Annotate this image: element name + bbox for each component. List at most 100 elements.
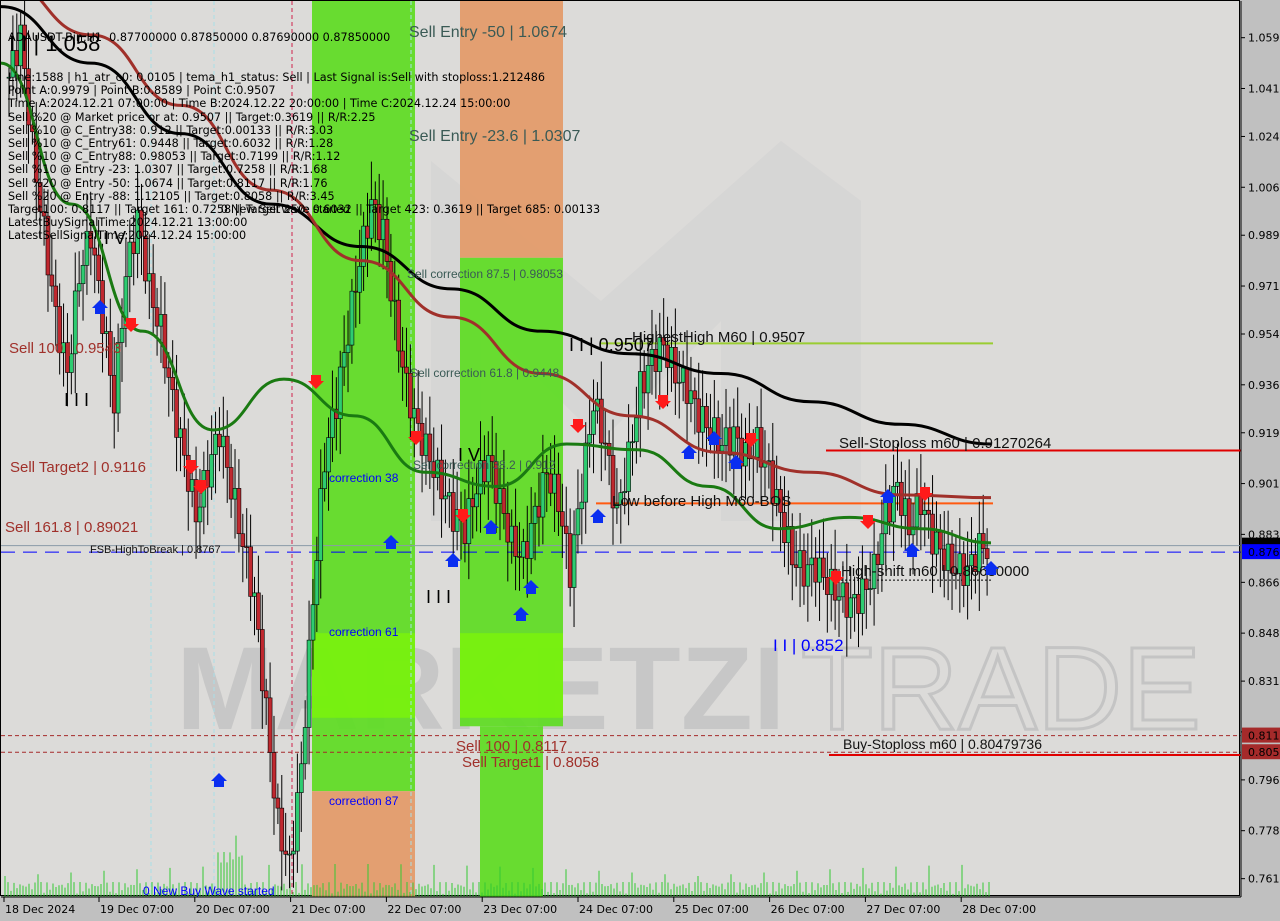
- buy-arrow-icon: [904, 543, 920, 557]
- x-tick-label: 28 Dec 07:00: [962, 903, 1036, 916]
- candle-bull: [540, 472, 546, 518]
- candle-bull: [805, 564, 811, 587]
- annotation-label: I I | 0.852: [773, 636, 844, 655]
- y-tick-label: 0.936: [1248, 379, 1280, 392]
- annotation-label: Sell 100 | 0.9543: [9, 340, 121, 357]
- candle-bull: [221, 435, 226, 448]
- candle-bull: [322, 471, 327, 489]
- candle-bear: [166, 367, 172, 378]
- annotation-label: I I I: [64, 390, 89, 410]
- x-tick-label: 25 Dec 07:00: [675, 903, 749, 916]
- candle-bear: [228, 467, 234, 500]
- candle-bull: [474, 493, 479, 508]
- buy-arrow-icon: [445, 553, 461, 567]
- candle-bear: [563, 525, 569, 534]
- y-tick-label: 1.041: [1248, 82, 1280, 95]
- candle-bear: [641, 371, 647, 394]
- candle-bull: [411, 408, 417, 419]
- annotation-label: correction 61: [329, 625, 399, 639]
- candle-bull: [836, 596, 842, 601]
- candle-bear: [567, 533, 573, 588]
- y-tick-label: 0.831: [1248, 675, 1280, 688]
- x-tick-label: 22 Dec 07:00: [387, 903, 461, 916]
- level-label: FSB-HighToBreak | 0.8767: [90, 544, 221, 556]
- annotation-label: Sell Target2 | 0.9116: [10, 459, 146, 476]
- candle-bull: [345, 344, 351, 353]
- candle-bull: [466, 498, 472, 544]
- candle-bear: [170, 377, 175, 391]
- x-tick-label: 20 Dec 07:00: [196, 903, 270, 916]
- candle-bull: [287, 853, 292, 856]
- candle-bull: [158, 314, 164, 327]
- candle-bull: [314, 560, 320, 606]
- level-label: HighestHigh M60 | 0.9507: [632, 329, 805, 346]
- candle-bull: [423, 433, 429, 456]
- candle-bull: [532, 505, 538, 524]
- candle-bear: [205, 470, 211, 488]
- symbol-ohlc-line: ADAUSDT-Bin,H1 0.87700000 0.87850000 0.8…: [8, 31, 391, 45]
- candle-bull: [637, 371, 643, 419]
- candle-bear: [556, 473, 561, 512]
- candle-bull: [232, 488, 238, 500]
- x-tick-label: 24 Dec 07:00: [579, 903, 653, 916]
- y-tick-label: 0.796: [1248, 774, 1280, 787]
- candle-bear: [501, 488, 507, 514]
- candle-bear: [513, 525, 518, 557]
- candle-bear: [256, 592, 261, 630]
- candle-bull: [591, 410, 596, 435]
- buy-arrow-icon: [590, 509, 606, 523]
- candle-bear: [217, 433, 222, 448]
- buy-arrow-icon: [92, 300, 108, 314]
- candle-bull: [443, 495, 448, 500]
- candle-bear: [665, 344, 670, 368]
- candle-bear: [844, 582, 850, 618]
- y-tick-label: 0.954: [1248, 328, 1280, 341]
- info-line: Sell %20 @ Entry -88: 1.12105 || Target:…: [8, 189, 335, 203]
- candle-bull: [902, 498, 908, 516]
- candle-bull: [688, 390, 694, 404]
- candle-bear: [789, 526, 795, 566]
- candle-bull: [310, 604, 316, 641]
- candle-bull: [848, 597, 854, 618]
- y-tick-label: 1.024: [1248, 130, 1280, 143]
- y-tick-label: 0.866: [1248, 576, 1280, 589]
- candle-bull: [521, 541, 526, 558]
- level-label: High-shift m60 | 0.86680000: [841, 563, 1029, 580]
- info-line: Sell %10 @ C_Entry38: 0.912 || Target:0.…: [8, 123, 334, 137]
- y-tick-label: 0.989: [1248, 229, 1280, 242]
- candle-bear: [735, 426, 741, 439]
- y-tick-label: 1.059: [1248, 32, 1280, 45]
- candle-bear: [544, 472, 550, 475]
- candle-bear: [236, 488, 242, 535]
- candle-bull: [754, 427, 760, 458]
- candle-bear: [244, 546, 250, 548]
- info-line: Sell %20 @ Market price or at: 0.9507 ||…: [8, 110, 376, 124]
- price-tag-label: 0.811: [1248, 730, 1280, 743]
- candle-bear: [404, 366, 409, 374]
- candle-bull: [298, 763, 304, 793]
- candle-bull: [934, 531, 939, 555]
- candle-bear: [653, 349, 659, 372]
- annotation-label: I V: [458, 445, 480, 465]
- candle-bull: [291, 850, 296, 855]
- candle-bull: [447, 492, 452, 497]
- annotation-label: Sell 100 | 0.8117: [456, 738, 567, 755]
- annotation-label: Sell correction 61.8 | 0.9448: [410, 366, 560, 380]
- candle-bear: [240, 533, 246, 547]
- candle-bear: [801, 550, 807, 587]
- candle-bull: [852, 594, 857, 599]
- zone-highlight-2: [460, 633, 563, 718]
- candle-bull: [357, 266, 363, 293]
- info-line: Line:1588 | h1_atr_c0: 0.0105 | tema_h1_…: [8, 71, 545, 85]
- candle-bear: [182, 428, 187, 456]
- annotation-label: Sell 161.8 | 0.89021: [5, 519, 138, 536]
- candle-bear: [400, 350, 405, 368]
- candle-bear: [353, 290, 359, 293]
- chart-plot-area[interactable]: MARKETZITRADEI I | 1.058Sell Entry -50 |…: [0, 0, 1280, 921]
- info-line: Target100: 0.8117 || Target 161: 0.7258 …: [8, 203, 601, 217]
- candle-bear: [162, 314, 168, 369]
- y-tick-label: 0.971: [1248, 280, 1280, 293]
- candle-bear: [279, 807, 285, 852]
- candle-bull: [809, 557, 815, 566]
- candle-bear: [793, 564, 799, 568]
